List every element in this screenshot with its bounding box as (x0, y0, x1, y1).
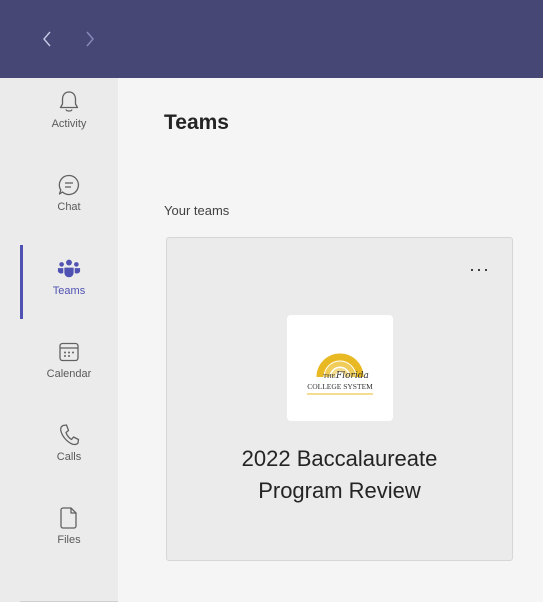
rail-item-label: Calendar (46, 368, 92, 380)
rail-item-calendar[interactable]: Calendar (20, 334, 118, 404)
bell-icon (57, 90, 81, 114)
rail-item-chat[interactable]: Chat (20, 167, 118, 237)
rail-item-label: Activity (51, 118, 87, 130)
title-bar (0, 0, 543, 78)
rail-item-label: Files (57, 534, 81, 546)
forward-button[interactable] (80, 28, 100, 50)
chat-icon (57, 173, 81, 197)
chevron-right-icon (86, 31, 94, 47)
rail-item-label: Calls (56, 451, 82, 463)
team-card[interactable]: ··· THE Florida COLLEGE SYSTEM 2022 Bacc… (166, 237, 513, 561)
rail-item-label: Teams (52, 285, 86, 297)
rail-item-files[interactable]: Files (20, 500, 118, 570)
florida-college-system-logo: THE Florida COLLEGE SYSTEM (307, 353, 373, 395)
file-icon (57, 506, 81, 530)
logo-text-line1: THE (323, 373, 336, 380)
rail-item-calls[interactable]: Calls (20, 417, 118, 487)
page-title: Teams (164, 111, 229, 134)
rail-item-activity[interactable]: Activity (20, 84, 118, 154)
phone-icon (57, 423, 81, 447)
rail-item-label: Chat (57, 201, 81, 213)
logo-text-line2: COLLEGE SYSTEM (307, 382, 373, 391)
section-label: Your teams (164, 203, 230, 218)
rail-item-teams[interactable]: Teams (20, 251, 118, 321)
calendar-icon (57, 340, 81, 364)
svg-text:Florida: Florida (335, 371, 369, 381)
team-name: 2022 Baccalaureate Program Review (167, 443, 512, 507)
teams-icon (57, 257, 81, 281)
team-logo: THE Florida COLLEGE SYSTEM (287, 315, 393, 421)
back-button[interactable] (37, 28, 57, 50)
chevron-left-icon (43, 31, 51, 47)
more-options-button[interactable]: ··· (469, 260, 490, 278)
team-name-line1: 2022 Baccalaureate (241, 446, 438, 471)
team-name-line2: Program Review (258, 478, 421, 503)
